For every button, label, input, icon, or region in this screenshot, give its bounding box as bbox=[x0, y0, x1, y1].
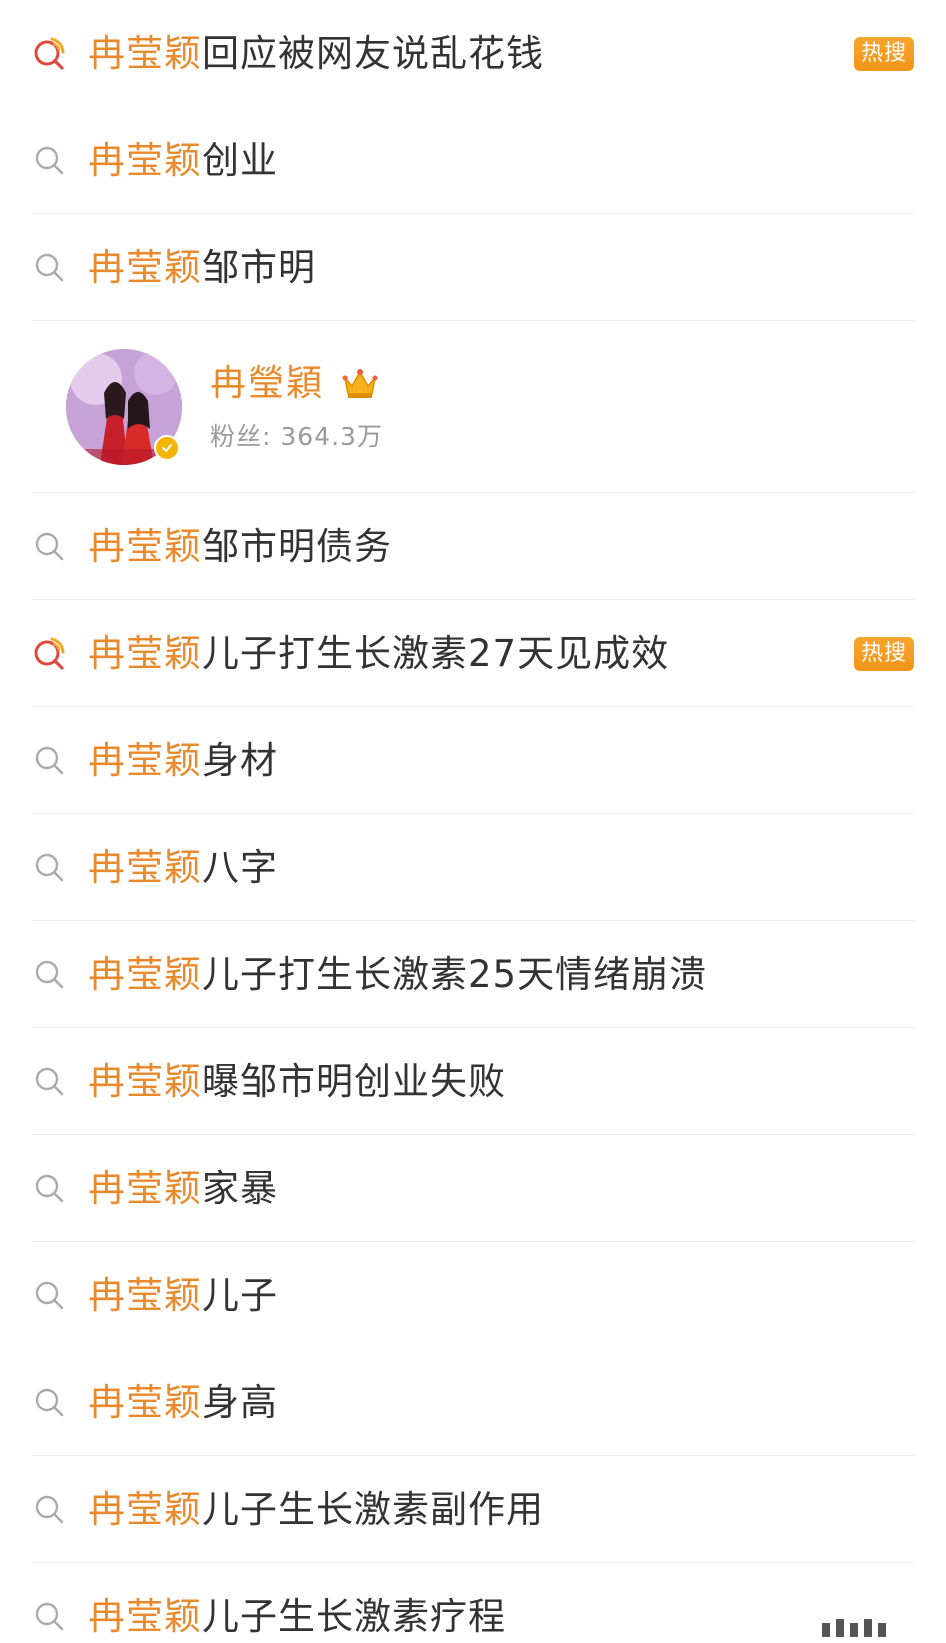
search-icon bbox=[32, 1599, 68, 1635]
suggestion-suffix: 身材 bbox=[202, 739, 278, 782]
suggestion-text[interactable]: 冉莹颖儿子生长激素副作用 bbox=[88, 1491, 544, 1528]
search-icon bbox=[32, 1385, 68, 1421]
suggestion-list-bottom: 冉莹颖邹市明债务 冉莹颖儿子打生长激素27天见成效 热搜 冉莹颖身材 冉莹颖八字 冉莹颖儿… bbox=[0, 493, 946, 1643]
suggestion-row[interactable]: 冉莹颖身高 bbox=[32, 1349, 914, 1456]
suggestion-suffix: 邹市明 bbox=[202, 246, 316, 289]
suggestion-text[interactable]: 冉莹颖身材 bbox=[88, 742, 278, 779]
crown-icon bbox=[342, 368, 378, 398]
suggestion-keyword: 冉莹颖 bbox=[88, 846, 202, 889]
suggestion-text[interactable]: 冉莹颖邹市明 bbox=[88, 249, 316, 286]
suggestion-keyword: 冉莹颖 bbox=[88, 1488, 202, 1531]
suggestion-row[interactable]: 冉莹颖儿子生长激素疗程 bbox=[32, 1563, 914, 1643]
suggestion-suffix: 儿子打生长激素25天情绪崩溃 bbox=[202, 953, 708, 996]
suggestion-suffix: 创业 bbox=[202, 139, 278, 182]
hot-search-icon bbox=[32, 36, 68, 72]
suggestion-suffix: 儿子打生长激素27天见成效 bbox=[202, 632, 670, 675]
suggestion-keyword: 冉莹颖 bbox=[88, 139, 202, 182]
fans-count: 粉丝: 364.3万 bbox=[210, 421, 383, 451]
hot-search-icon bbox=[32, 636, 68, 672]
search-suggestions-page: 冉莹颖回应被网友说乱花钱 热搜 冉莹颖创业 冉莹颖邹市明 冉瑩穎 粉丝: 364… bbox=[0, 0, 946, 1643]
suggestion-keyword: 冉莹颖 bbox=[88, 632, 202, 675]
suggestion-suffix: 曝邹市明创业失败 bbox=[202, 1060, 506, 1103]
suggestion-row[interactable]: 冉莹颖邹市明 bbox=[32, 214, 914, 321]
suggestion-row[interactable]: 冉莹颖儿子打生长激素25天情绪崩溃 bbox=[32, 921, 914, 1028]
suggestion-row[interactable]: 冉莹颖邹市明债务 bbox=[32, 493, 914, 600]
hot-badge: 热搜 bbox=[853, 36, 914, 71]
suggestion-row[interactable]: 冉莹颖家暴 bbox=[32, 1135, 914, 1242]
suggestion-suffix: 回应被网友说乱花钱 bbox=[202, 32, 544, 75]
suggestion-keyword: 冉莹颖 bbox=[88, 1381, 202, 1424]
suggestion-row[interactable]: 冉莹颖创业 bbox=[32, 107, 914, 214]
suggestion-keyword: 冉莹颖 bbox=[88, 246, 202, 289]
user-name-line: 冉瑩穎 bbox=[210, 365, 383, 402]
suggestion-list-top: 冉莹颖回应被网友说乱花钱 热搜 冉莹颖创业 冉莹颖邹市明 bbox=[0, 0, 946, 321]
suggestion-keyword: 冉莹颖 bbox=[88, 32, 202, 75]
suggestion-row[interactable]: 冉莹颖八字 bbox=[32, 814, 914, 921]
suggestion-keyword: 冉莹颖 bbox=[88, 1167, 202, 1210]
suggestion-suffix: 八字 bbox=[202, 846, 278, 889]
search-icon bbox=[32, 250, 68, 286]
suggestion-text[interactable]: 冉莹颖曝邹市明创业失败 bbox=[88, 1063, 506, 1100]
suggestion-text[interactable]: 冉莹颖身高 bbox=[88, 1384, 278, 1421]
suggestion-row[interactable]: 冉莹颖曝邹市明创业失败 bbox=[32, 1028, 914, 1135]
suggestion-suffix: 邹市明债务 bbox=[202, 525, 392, 568]
hot-suggestion-row[interactable]: 冉莹颖儿子打生长激素27天见成效 热搜 bbox=[32, 600, 914, 707]
suggestion-keyword: 冉莹颖 bbox=[88, 1595, 202, 1638]
suggestion-text[interactable]: 冉莹颖创业 bbox=[88, 142, 278, 179]
suggestion-row[interactable]: 冉莹颖儿子生长激素副作用 bbox=[32, 1456, 914, 1563]
suggestion-text[interactable]: 冉莹颖儿子打生长激素25天情绪崩溃 bbox=[88, 956, 707, 993]
suggestion-text[interactable]: 冉莹颖儿子打生长激素27天见成效 bbox=[88, 635, 669, 672]
suggestion-keyword: 冉莹颖 bbox=[88, 1274, 202, 1317]
hot-badge: 热搜 bbox=[853, 636, 914, 671]
suggestion-text[interactable]: 冉莹颖回应被网友说乱花钱 bbox=[88, 35, 544, 72]
suggestion-text[interactable]: 冉莹颖儿子 bbox=[88, 1277, 278, 1314]
suggestion-suffix: 家暴 bbox=[202, 1167, 278, 1210]
suggestion-keyword: 冉莹颖 bbox=[88, 525, 202, 568]
suggestion-text[interactable]: 冉莹颖家暴 bbox=[88, 1170, 278, 1207]
search-icon bbox=[32, 850, 68, 886]
suggestion-keyword: 冉莹颖 bbox=[88, 1060, 202, 1103]
hot-suggestion-row[interactable]: 冉莹颖回应被网友说乱花钱 热搜 bbox=[32, 0, 914, 107]
suggestion-row[interactable]: 冉莹颖身材 bbox=[32, 707, 914, 814]
user-avatar-wrap[interactable] bbox=[66, 349, 182, 465]
search-icon bbox=[32, 529, 68, 565]
search-icon bbox=[32, 143, 68, 179]
search-icon bbox=[32, 743, 68, 779]
search-icon bbox=[32, 957, 68, 993]
suggestion-suffix: 儿子生长激素副作用 bbox=[202, 1488, 544, 1531]
suggestion-text[interactable]: 冉莹颖邹市明债务 bbox=[88, 528, 392, 565]
watermark-logo bbox=[822, 1619, 886, 1637]
search-icon bbox=[32, 1278, 68, 1314]
search-icon bbox=[32, 1171, 68, 1207]
suggestion-suffix: 儿子 bbox=[202, 1274, 278, 1317]
suggestion-row[interactable]: 冉莹颖儿子 bbox=[32, 1242, 914, 1349]
suggestion-suffix: 儿子生长激素疗程 bbox=[202, 1595, 506, 1638]
suggestion-text[interactable]: 冉莹颖儿子生长激素疗程 bbox=[88, 1598, 506, 1635]
suggestion-suffix: 身高 bbox=[202, 1381, 278, 1424]
suggestion-keyword: 冉莹颖 bbox=[88, 739, 202, 782]
user-info: 冉瑩穎 粉丝: 364.3万 bbox=[210, 365, 383, 451]
search-icon bbox=[32, 1064, 68, 1100]
user-result-row[interactable]: 冉瑩穎 粉丝: 364.3万 bbox=[32, 321, 914, 493]
search-icon bbox=[32, 1492, 68, 1528]
verified-badge-icon bbox=[154, 435, 180, 461]
suggestion-text[interactable]: 冉莹颖八字 bbox=[88, 849, 278, 886]
suggestion-keyword: 冉莹颖 bbox=[88, 953, 202, 996]
user-name[interactable]: 冉瑩穎 bbox=[210, 365, 324, 402]
